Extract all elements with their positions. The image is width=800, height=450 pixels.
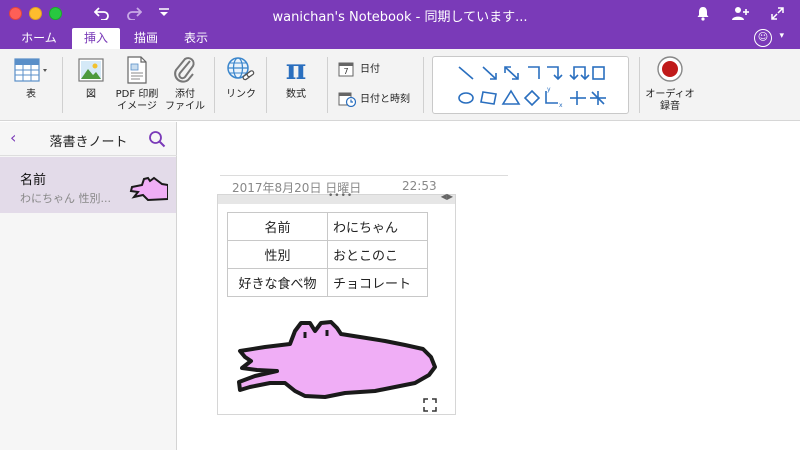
container-drag-handle[interactable]: •••• ◀▶	[218, 191, 455, 204]
elbow-connector-icon	[528, 66, 540, 79]
insert-picture-button[interactable]: 図	[74, 55, 108, 101]
notifications-bell-icon[interactable]	[696, 6, 710, 21]
elbow-double-arrow-icon	[569, 66, 590, 81]
ribbon-separator	[423, 57, 424, 113]
paperclip-icon	[174, 57, 195, 83]
pdf-printout-label-line1: PDF 印刷	[115, 89, 159, 100]
page-item-preview: わにちゃん 性別...	[20, 192, 111, 205]
link-globe-icon	[227, 57, 255, 81]
axis-xy-icon: xy	[545, 86, 563, 109]
record-audio-button[interactable]: オーディオ 録音	[644, 55, 696, 113]
table-row: 性別 おとこのこ	[227, 240, 428, 269]
table-cell[interactable]: チョコレート	[327, 268, 428, 297]
page-list-item[interactable]: 名前 わにちゃん 性別...	[0, 157, 176, 213]
triangle-shape-icon	[501, 89, 521, 105]
insert-link-button[interactable]: リンク	[222, 55, 260, 101]
ribbon-separator	[327, 57, 328, 113]
rectangle-outline-icon	[592, 66, 605, 80]
page-title-underline	[220, 175, 508, 176]
insert-pdf-printout-button[interactable]: PDF 印刷 イメージ	[111, 55, 163, 113]
resize-width-icon[interactable]: ◀▶	[441, 192, 453, 201]
page-thumbnail	[129, 176, 168, 202]
link-label: リンク	[226, 89, 256, 100]
fullscreen-expand-icon[interactable]	[771, 7, 784, 20]
calendar-clock-icon	[338, 91, 357, 108]
pdf-printout-icon	[127, 56, 147, 84]
axis-3d-icon	[590, 91, 606, 105]
picture-label: 図	[86, 89, 96, 100]
ribbon-separator	[214, 57, 215, 113]
double-arrow-shape-icon	[504, 66, 519, 80]
ellipse-shape-icon	[458, 92, 474, 104]
table-cell[interactable]: 好きな食べ物	[227, 268, 328, 297]
table-label: 表	[26, 89, 36, 100]
axis-cross-icon	[570, 91, 586, 105]
svg-text:7: 7	[343, 67, 348, 76]
date-label: 日付	[360, 64, 380, 75]
section-header: ‹ 落書きノート	[0, 122, 177, 156]
tab-view[interactable]: 表示	[174, 28, 218, 49]
record-icon	[657, 56, 683, 82]
table-icon	[14, 58, 47, 82]
drag-dots-icon: ••••	[328, 191, 354, 201]
parallelogram-shape-icon	[480, 91, 497, 105]
chevron-down-icon[interactable]: ▾	[779, 31, 784, 41]
crocodile-drawing[interactable]	[235, 313, 445, 408]
table-cell[interactable]: 性別	[227, 240, 328, 269]
line-shape-icon	[458, 66, 474, 80]
calendar-icon: 7	[338, 61, 356, 77]
ribbon-separator	[62, 57, 63, 113]
onenote-window: wanichan's Notebook - 同期しています... ホーム 挿入 …	[0, 0, 800, 450]
title-bar: wanichan's Notebook - 同期しています...	[0, 0, 800, 28]
table-row: 名前 わにちゃん	[227, 212, 428, 241]
page-time: 22:53	[402, 179, 437, 193]
tab-home[interactable]: ホーム	[12, 28, 66, 49]
ribbon-toolbar: 表 図 PDF 印刷 イメージ 添付 ファイル リンク π 数式 7 日付 日付…	[0, 49, 800, 121]
svg-text:y: y	[547, 86, 551, 93]
equation-label: 数式	[286, 89, 306, 100]
note-container[interactable]: •••• ◀▶ 名前 わにちゃん 性別 おとこのこ 好きな食べ物 チョコレート	[217, 191, 456, 415]
ribbon-separator	[266, 57, 267, 113]
page-list-sidebar: ‹ 落書きノート 名前 わにちゃん 性別...	[0, 122, 177, 450]
image-resize-icon[interactable]	[423, 398, 437, 412]
search-icon[interactable]	[148, 130, 166, 148]
audio-label-line2: 録音	[660, 101, 680, 112]
window-title: wanichan's Notebook - 同期しています...	[272, 10, 528, 25]
profile-table[interactable]: 名前 わにちゃん 性別 おとこのこ 好きな食べ物 チョコレート	[227, 212, 428, 297]
table-cell[interactable]: おとこのこ	[327, 240, 428, 269]
insert-table-button[interactable]: 表	[10, 55, 52, 101]
tab-insert[interactable]: 挿入	[72, 28, 120, 49]
insert-date-time-button[interactable]: 日付と時刻	[338, 91, 410, 109]
elbow-arrow-icon	[547, 66, 563, 81]
page-canvas[interactable]: 2017年8月20日 日曜日 22:53 •••• ◀▶ 名前 わにちゃん 性別…	[178, 122, 800, 450]
pi-icon: π	[285, 53, 307, 86]
table-cell[interactable]: 名前	[227, 212, 328, 241]
tab-draw[interactable]: 描画	[124, 28, 168, 49]
shapes-gallery-icons: xy	[458, 66, 606, 109]
diamond-shape-icon	[523, 89, 541, 107]
date-time-label: 日付と時刻	[360, 94, 410, 105]
audio-label-line1: オーディオ	[645, 89, 695, 100]
insert-date-button[interactable]: 7 日付	[338, 61, 380, 79]
insert-equation-button[interactable]: π 数式	[276, 55, 316, 101]
svg-text:x: x	[559, 102, 563, 109]
ribbon-tab-row: ホーム 挿入 描画 表示 ☺ ▾	[0, 28, 800, 49]
table-row: 好きな食べ物 チョコレート	[227, 268, 428, 297]
shapes-gallery[interactable]: xy	[432, 56, 629, 114]
attach-file-label-line1: 添付	[175, 89, 195, 100]
attach-file-button[interactable]: 添付 ファイル	[163, 55, 207, 113]
share-add-person-icon[interactable]	[731, 6, 749, 21]
feedback-smiley-icon[interactable]: ☺	[754, 29, 772, 47]
page-item-title: 名前	[20, 173, 47, 188]
table-cell[interactable]: わにちゃん	[327, 212, 428, 241]
picture-icon	[78, 58, 104, 82]
ribbon-separator	[639, 57, 640, 113]
attach-file-label-line2: ファイル	[165, 101, 205, 112]
pdf-printout-label-line2: イメージ	[117, 101, 157, 112]
arrow-shape-icon	[482, 66, 497, 80]
